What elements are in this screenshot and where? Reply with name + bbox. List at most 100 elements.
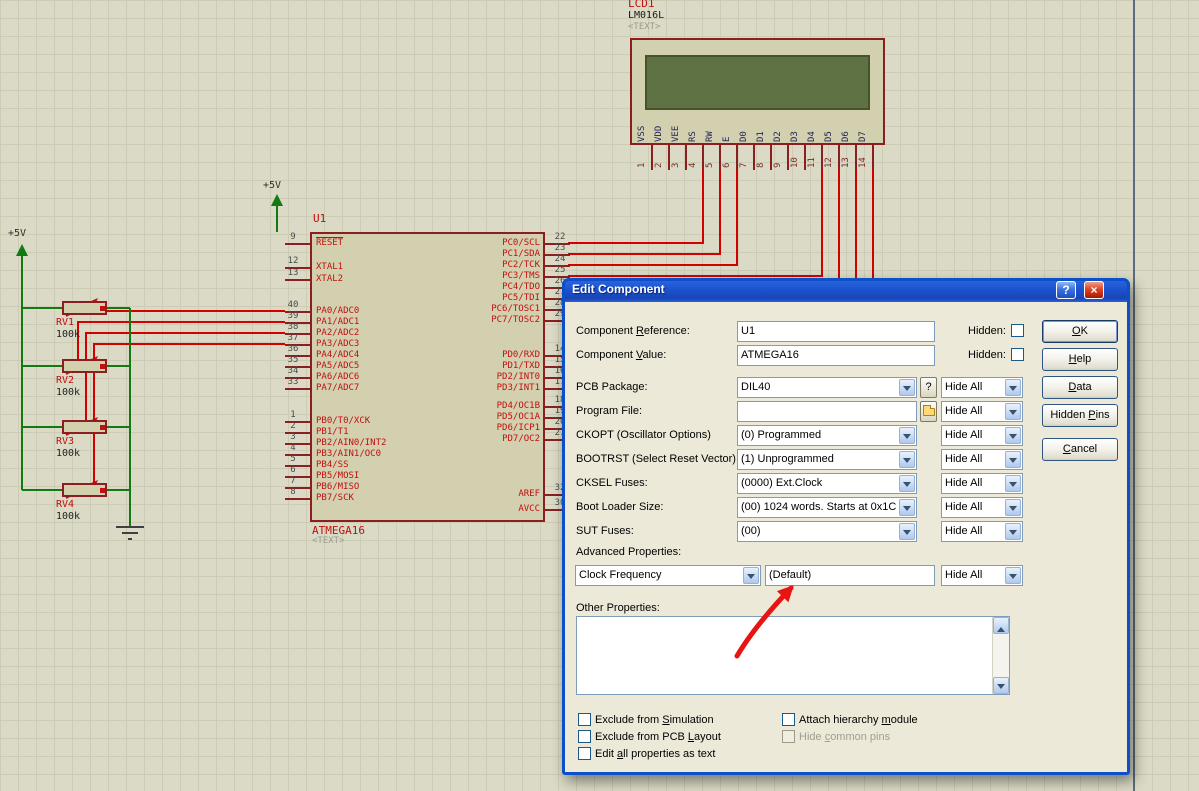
component-reference-hidden-checkbox[interactable]: [1011, 324, 1024, 337]
chip-pin-label: PB0/T0/XCK: [316, 416, 370, 426]
edit-all-properties-as-text-label: Edit all properties as text: [595, 748, 715, 760]
chevron-down-icon[interactable]: [899, 499, 915, 516]
chip-pin-stub[interactable]: [285, 279, 310, 281]
scroll-up-icon[interactable]: [993, 617, 1009, 634]
chevron-down-icon[interactable]: [1005, 475, 1021, 492]
junction-dot: [100, 425, 105, 430]
lcd-pin-name: D6: [841, 131, 851, 142]
edit-all-properties-as-text-checkbox[interactable]: [578, 747, 591, 760]
chevron-down-icon[interactable]: [899, 379, 915, 396]
pcb-package-query-button[interactable]: ?: [920, 377, 937, 398]
chip-pin-number: 2: [282, 421, 304, 431]
hidden-pins-button[interactable]: Hidden Pins: [1042, 404, 1118, 427]
lcd-pin-name: D4: [807, 131, 817, 142]
pcb-package-hide-all-select[interactable]: Hide All: [941, 377, 1023, 398]
cancel-button[interactable]: Cancel: [1042, 438, 1118, 461]
lcd-pin-stub[interactable]: [753, 145, 755, 170]
lcd-pin-stub[interactable]: [770, 145, 772, 170]
chip-pin-label: PA2/ADC2: [316, 328, 359, 338]
lcd-pin-stub[interactable]: [719, 145, 721, 170]
chip-pin-number: 23: [549, 243, 571, 253]
combo-value: Hide All: [945, 569, 982, 581]
chip-pin-label: PD6/ICP1: [390, 423, 540, 433]
chevron-down-icon[interactable]: [1005, 403, 1021, 420]
lcd-pin-stub[interactable]: [838, 145, 840, 170]
sut-fuses-select[interactable]: (00): [737, 521, 917, 542]
combo-value: (0) Programmed: [741, 429, 821, 441]
chevron-down-icon[interactable]: [899, 475, 915, 492]
lcd-pin-stub[interactable]: [855, 145, 857, 170]
chevron-down-icon[interactable]: [1005, 499, 1021, 516]
lcd-pin-stub[interactable]: [872, 145, 874, 170]
chip-pin-label: PC5/TDI: [390, 293, 540, 303]
chip-pin-stub[interactable]: [285, 498, 310, 500]
chevron-down-icon[interactable]: [899, 523, 915, 540]
chip-pin-stub[interactable]: [285, 388, 310, 390]
chevron-down-icon[interactable]: [1005, 523, 1021, 540]
lcd-pin-stub[interactable]: [685, 145, 687, 170]
component-value-hidden-checkbox[interactable]: [1011, 348, 1024, 361]
lcd-pin-number: 3: [671, 163, 681, 168]
ckopt-select[interactable]: (0) Programmed: [737, 425, 917, 446]
exclude-from-pcb-layout-checkbox[interactable]: [578, 730, 591, 743]
chip-pin-label: PA7/ADC7: [316, 383, 359, 393]
chevron-down-icon[interactable]: [899, 451, 915, 468]
combo-value: Hide All: [945, 501, 982, 513]
program-file-hide-all-select[interactable]: Hide All: [941, 401, 1023, 422]
ckopt-hide-all-select[interactable]: Hide All: [941, 425, 1023, 446]
component-reference-input[interactable]: U1: [737, 321, 935, 342]
chip-pin-label: XTAL1: [316, 262, 343, 272]
advanced-properties-label: Advanced Properties:: [576, 546, 681, 558]
boot-loader-size-hide-all-select[interactable]: Hide All: [941, 497, 1023, 518]
cksel-fuses-select[interactable]: (0000) Ext.Clock: [737, 473, 917, 494]
advanced-hide-all-select[interactable]: Hide All: [941, 565, 1023, 586]
lcd-pin-name: D5: [824, 131, 834, 142]
lcd-pin-stub[interactable]: [821, 145, 823, 170]
chip-pin-number: 34: [282, 366, 304, 376]
chip-pin-label: PA3/ADC3: [316, 339, 359, 349]
lcd-pin-stub[interactable]: [736, 145, 738, 170]
sut-fuses-hide-all-select[interactable]: Hide All: [941, 521, 1023, 542]
advanced-property-select[interactable]: Clock Frequency: [575, 565, 761, 586]
hide-common-pins-label: Hide common pins: [799, 731, 890, 743]
chevron-down-icon[interactable]: [1005, 427, 1021, 444]
other-properties-textarea[interactable]: [576, 616, 1010, 695]
schematic-canvas[interactable]: +5V +5V LCD1 LM016L <TEXT> U1 ATMEGA16 <…: [0, 0, 1199, 791]
chip-pin-label: PB6/MISO: [316, 482, 359, 492]
exclude-from-simulation-checkbox[interactable]: [578, 713, 591, 726]
chevron-down-icon[interactable]: [743, 567, 759, 584]
lcd-pin-stub[interactable]: [651, 145, 653, 170]
bootrst-hide-all-select[interactable]: Hide All: [941, 449, 1023, 470]
scrollbar[interactable]: [992, 617, 1009, 694]
chip-pin-stub[interactable]: [285, 243, 310, 245]
browse-button[interactable]: [920, 401, 937, 422]
chip-pin-label: PB3/AIN1/OC0: [316, 449, 381, 459]
hidden-label: Hidden:: [968, 349, 1006, 361]
bootrst-select[interactable]: (1) Unprogrammed: [737, 449, 917, 470]
scroll-down-icon[interactable]: [993, 677, 1009, 694]
lcd-pin-number: 13: [841, 157, 851, 168]
help-button[interactable]: Help: [1042, 348, 1118, 371]
lcd-pin-stub[interactable]: [702, 145, 704, 170]
lcd-pin-name: VSS: [637, 126, 647, 142]
lcd-pin-stub[interactable]: [804, 145, 806, 170]
component-value-input[interactable]: ATMEGA16: [737, 345, 935, 366]
chevron-down-icon[interactable]: [899, 427, 915, 444]
cksel-fuses-hide-all-select[interactable]: Hide All: [941, 473, 1023, 494]
chevron-down-icon[interactable]: [1005, 451, 1021, 468]
component-value-label: Component Value:: [576, 349, 666, 361]
attach-hierarchy-module-checkbox[interactable]: [782, 713, 795, 726]
lcd-pin-stub[interactable]: [787, 145, 789, 170]
pcb-package-select[interactable]: DIL40: [737, 377, 917, 398]
boot-loader-size-select[interactable]: (00) 1024 words. Starts at 0x1C: [737, 497, 917, 518]
ok-button[interactable]: OK: [1042, 320, 1118, 343]
program-file-input[interactable]: [737, 401, 917, 422]
chip-pin-number: 13: [282, 268, 304, 278]
advanced-property-value-input[interactable]: (Default): [765, 565, 935, 586]
data-button[interactable]: Data: [1042, 376, 1118, 399]
chevron-down-icon[interactable]: [1005, 379, 1021, 396]
chip-pin-number: 38: [282, 322, 304, 332]
lcd-pin-stub[interactable]: [668, 145, 670, 170]
chevron-down-icon[interactable]: [1005, 567, 1021, 584]
lcd-pin-name: VDD: [654, 126, 664, 142]
